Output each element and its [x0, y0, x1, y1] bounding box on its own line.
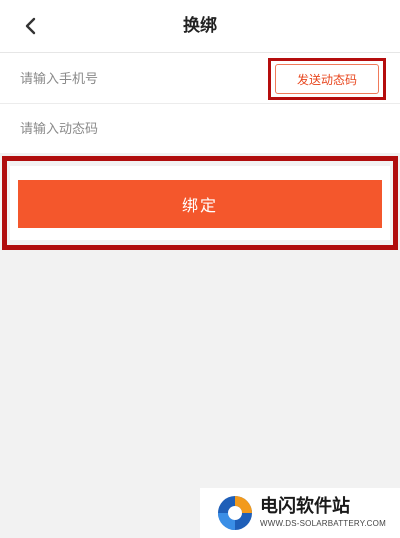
- phone-input[interactable]: [18, 53, 262, 105]
- back-button[interactable]: [16, 10, 46, 42]
- send-code-button[interactable]: 发送动态码: [275, 64, 379, 94]
- code-input[interactable]: [18, 103, 262, 155]
- watermark-name: 电闪软件站: [260, 496, 350, 517]
- app-header: 换绑: [0, 0, 400, 53]
- chevron-left-icon: [25, 17, 36, 35]
- phone-row: 发送动态码: [0, 53, 400, 105]
- bind-button[interactable]: 绑定: [18, 180, 382, 228]
- ds-logo-icon: [218, 496, 252, 530]
- watermark-text: 电闪软件站 WWW.DS-SOLARBATTERY.COM: [260, 496, 386, 530]
- code-row: [0, 103, 400, 155]
- watermark: 电闪软件站 WWW.DS-SOLARBATTERY.COM: [200, 488, 400, 538]
- send-code-highlight: 发送动态码: [268, 58, 386, 100]
- page-title: 换绑: [183, 16, 217, 36]
- watermark-url: WWW.DS-SOLARBATTERY.COM: [260, 519, 386, 528]
- bind-form: 发送动态码: [0, 53, 400, 155]
